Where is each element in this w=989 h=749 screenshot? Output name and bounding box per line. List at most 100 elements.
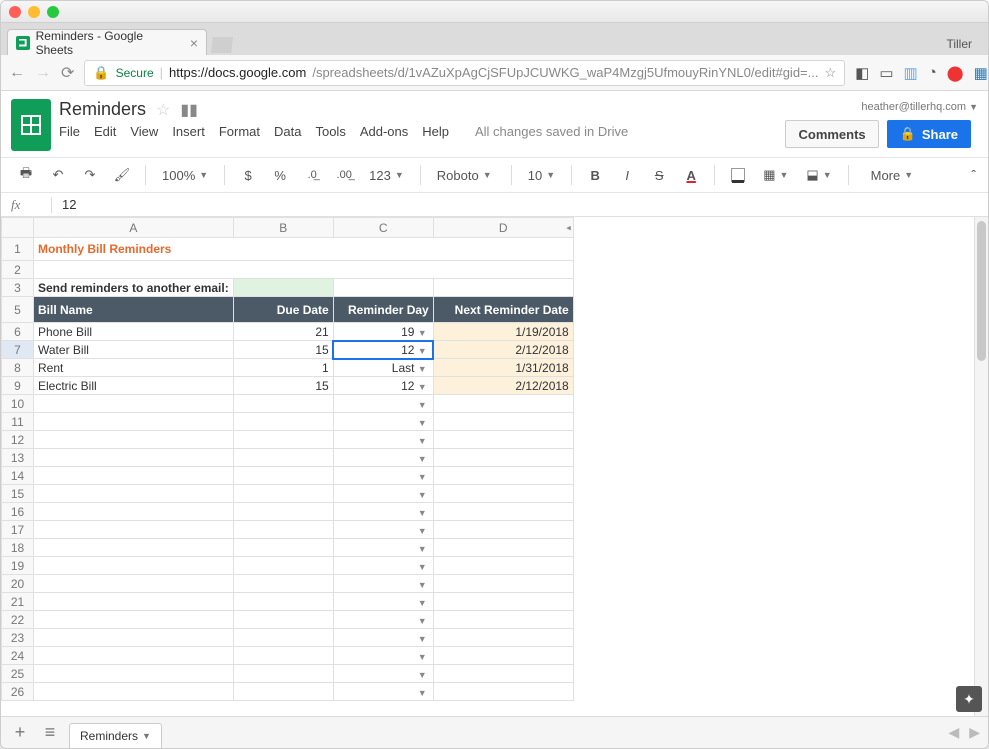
cell[interactable] (34, 449, 234, 467)
cell[interactable] (34, 431, 234, 449)
row-header[interactable]: 16 (2, 503, 34, 521)
formula-value[interactable]: 12 (62, 197, 76, 212)
nav-forward-button[interactable]: → (35, 64, 51, 82)
cell[interactable] (34, 467, 234, 485)
document-title[interactable]: Reminders (59, 99, 146, 120)
ext-icon-1[interactable]: ◧ (855, 64, 869, 82)
nav-back-button[interactable]: ← (9, 64, 25, 82)
cell-reminder-day[interactable]: 12 ▼ (333, 341, 433, 359)
cell[interactable] (34, 503, 234, 521)
cell[interactable] (34, 485, 234, 503)
cell[interactable]: ▼ (333, 683, 433, 701)
dropdown-arrow-icon[interactable]: ▼ (418, 616, 429, 626)
cell[interactable]: ▼ (333, 431, 433, 449)
cell-bill-name[interactable]: Phone Bill (34, 323, 234, 341)
col-header-b[interactable]: B (233, 218, 333, 238)
menu-view[interactable]: View (130, 124, 158, 139)
dropdown-arrow-icon[interactable]: ▼ (418, 652, 429, 662)
row-header[interactable]: 26 (2, 683, 34, 701)
cell[interactable] (34, 665, 234, 683)
cell[interactable] (34, 647, 234, 665)
dropdown-arrow-icon[interactable]: ▼ (418, 580, 429, 590)
cell[interactable] (433, 485, 573, 503)
cell[interactable] (433, 279, 573, 297)
cell[interactable] (433, 413, 573, 431)
cell[interactable] (233, 395, 333, 413)
move-folder-icon[interactable]: ▮▮ (180, 100, 198, 120)
cell[interactable] (433, 431, 573, 449)
grid-scroll[interactable]: A B C D◂ 1Monthly Bill Reminders23Send r… (1, 217, 974, 716)
dropdown-arrow-icon[interactable]: ▼ (418, 454, 429, 464)
cell-next-date[interactable]: 1/19/2018 (433, 323, 573, 341)
dropdown-arrow-icon[interactable]: ▼ (418, 418, 429, 428)
cell[interactable]: ▼ (333, 539, 433, 557)
window-zoom-button[interactable] (47, 6, 59, 18)
cell[interactable]: ▼ (333, 665, 433, 683)
cell-bill-name[interactable]: Water Bill (34, 341, 234, 359)
header-due-date[interactable]: Due Date (233, 297, 333, 323)
cell-reminder-day[interactable]: 12 ▼ (333, 377, 433, 395)
cell[interactable] (433, 629, 573, 647)
cell[interactable] (34, 629, 234, 647)
cell[interactable] (34, 683, 234, 701)
dropdown-arrow-icon[interactable]: ▼ (418, 670, 429, 680)
cell[interactable] (433, 593, 573, 611)
cell[interactable] (233, 557, 333, 575)
window-minimize-button[interactable] (28, 6, 40, 18)
window-close-button[interactable] (9, 6, 21, 18)
cell[interactable] (233, 539, 333, 557)
cell[interactable]: ▼ (333, 467, 433, 485)
dropdown-arrow-icon[interactable]: ▼ (418, 508, 429, 518)
dropdown-arrow-icon[interactable]: ▼ (418, 490, 429, 500)
dropdown-arrow-icon[interactable]: ▼ (418, 382, 429, 392)
ext-icon-6[interactable]: ▦ (974, 64, 988, 82)
row-header[interactable]: 25 (2, 665, 34, 683)
sheet-tab-reminders[interactable]: Reminders▼ (69, 723, 162, 749)
cell[interactable] (433, 503, 573, 521)
select-all-corner[interactable] (2, 218, 34, 238)
cell[interactable]: ▼ (333, 449, 433, 467)
cell[interactable]: ▼ (333, 503, 433, 521)
cell[interactable] (433, 521, 573, 539)
comments-button[interactable]: Comments (785, 120, 878, 148)
cell[interactable] (233, 647, 333, 665)
paint-format-icon[interactable]: 🖌 (109, 162, 135, 188)
sheet-nav-left-icon[interactable]: ◀ (948, 724, 959, 741)
cell[interactable] (34, 611, 234, 629)
cell-next-date[interactable]: 2/12/2018 (433, 377, 573, 395)
nav-reload-button[interactable]: ⟳ (61, 63, 74, 83)
row-header[interactable]: 14 (2, 467, 34, 485)
menu-edit[interactable]: Edit (94, 124, 116, 139)
borders-button[interactable]: ▦▼ (757, 167, 794, 183)
dropdown-arrow-icon[interactable]: ▼ (418, 562, 429, 572)
cell-next-date[interactable]: 2/12/2018 (433, 341, 573, 359)
new-tab-button[interactable] (211, 37, 233, 53)
increase-decimal-button[interactable]: .00̲ (331, 162, 357, 188)
dropdown-arrow-icon[interactable]: ▼ (418, 328, 429, 338)
subtitle-cell[interactable]: Send reminders to another email: (34, 279, 234, 297)
browser-tab[interactable]: Reminders - Google Sheets × (7, 29, 207, 55)
share-button[interactable]: 🔒 Share (887, 120, 971, 148)
row-header[interactable]: 23 (2, 629, 34, 647)
header-bill-name[interactable]: Bill Name (34, 297, 234, 323)
sheet-title[interactable]: Monthly Bill Reminders (34, 238, 574, 261)
cell[interactable] (34, 575, 234, 593)
ext-icon-5[interactable]: ⬤ (947, 64, 964, 82)
cell[interactable] (34, 539, 234, 557)
col-header-a[interactable]: A (34, 218, 234, 238)
cell[interactable] (433, 449, 573, 467)
collapse-toolbar-icon[interactable]: ˆ (971, 167, 976, 183)
explore-button[interactable]: ✦ (956, 686, 982, 712)
account-email[interactable]: heather@tillerhq.com▼ (861, 101, 978, 113)
dropdown-arrow-icon[interactable]: ▼ (418, 436, 429, 446)
cell[interactable] (433, 575, 573, 593)
ext-icon-3[interactable]: ▥ (904, 64, 918, 82)
row-header[interactable]: 17 (2, 521, 34, 539)
cell[interactable]: ▼ (333, 629, 433, 647)
undo-icon[interactable]: ↶ (45, 162, 71, 188)
cell-bill-name[interactable]: Electric Bill (34, 377, 234, 395)
row-header[interactable]: 13 (2, 449, 34, 467)
cell[interactable]: ▼ (333, 485, 433, 503)
row-header[interactable]: 9 (2, 377, 34, 395)
fill-color-button[interactable] (725, 162, 751, 188)
